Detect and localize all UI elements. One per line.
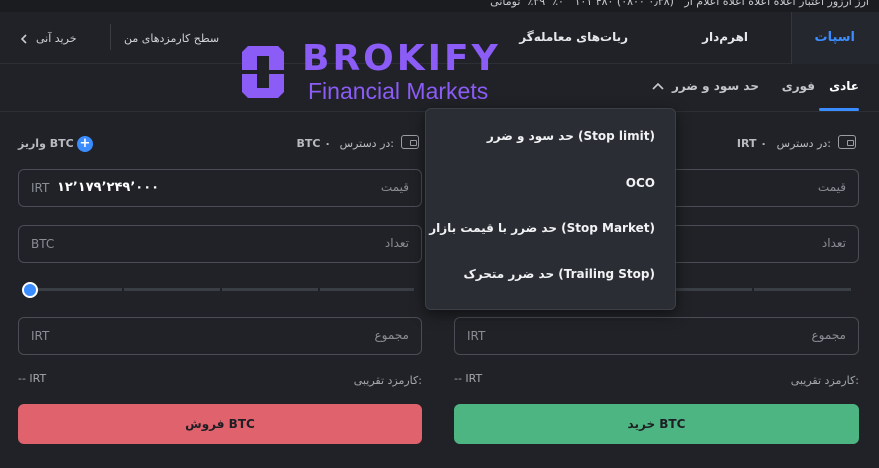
sell-price-unit: IRT [31,181,50,195]
sell-amount-placeholder: تعداد [384,236,409,250]
dropdown-item-stop-market[interactable]: حد ضرر با قیمت بازار (Stop Market) [429,221,655,235]
tab-spot[interactable]: اسپات [791,12,879,64]
sell-total-placeholder: مجموع [374,328,409,342]
tab-spot-label: اسپات [814,30,856,45]
sell-available-value: BTC ۰ [296,137,331,150]
buy-fee-value: -- IRT [454,372,483,385]
sell-price-placeholder: قیمت [380,180,409,194]
dropdown-item-stop-limit[interactable]: حد سود و ضرر (Stop limit) [487,129,655,143]
sell-price-value: ۱۲٬۱۷۹٬۲۴۹٬۰۰۰ [57,180,160,195]
order-tab-instant[interactable]: فوری [782,79,815,93]
buy-wallet-icon [838,135,858,151]
plus-circle-icon[interactable]: + [77,136,93,152]
tab-trading-bots[interactable]: ربات‌های معامله‌گر [519,30,628,44]
sell-total-unit: IRT [31,329,50,343]
tp-sl-dropdown-menu: حد سود و ضرر (Stop limit) OCO حد ضرر با … [425,108,676,310]
buy-total-placeholder: مجموع [811,328,846,342]
brokify-logo: BROKIFY Financial Markets [240,38,530,106]
tab-leverage[interactable]: اهرم‌دار [702,30,748,44]
sell-wallet-icon [401,135,421,151]
buy-available-value: IRT ۰ [736,137,767,150]
brokify-logo-mark-icon [242,46,284,98]
buy-total-unit: IRT [467,329,486,343]
buy-amount-placeholder: تعداد [821,236,846,250]
fee-level-link[interactable]: سطح کارمزدهای من [124,32,219,45]
dropdown-item-oco[interactable]: OCO [626,176,655,190]
sell-amount-slider[interactable] [30,288,414,291]
sell-amount-field[interactable]: تعداد BTC [18,225,422,263]
order-tab-tp-sl[interactable]: حد سود و ضرر [672,79,759,93]
market-ticker-text: ارز ارزور اعتبار اعلاه اعلاه اعلاه اعلام… [490,0,869,8]
sell-fee-value: -- IRT [18,372,47,385]
sell-total-field[interactable]: مجموع IRT [18,317,422,355]
sell-price-field[interactable]: قیمت IRT ۱۲٬۱۷۹٬۲۴۹٬۰۰۰ [18,169,422,207]
sell-slider-knob[interactable] [22,282,38,298]
market-ticker-strip: ارز ارزور اعتبار اعلاه اعلاه اعلاه اعلام… [0,0,879,12]
instant-buy-link[interactable]: خرید آنی [36,32,77,45]
sell-available-label: در دسترس: [339,137,394,150]
order-tab-active-indicator [819,108,859,111]
buy-available-label: در دسترس: [776,137,831,150]
sell-amount-unit: BTC [31,237,55,251]
buy-btc-button[interactable]: خرید BTC [454,404,859,444]
buy-fee-label: کارمزد تقریبی: [790,374,859,387]
brokify-wordmark: BROKIFY [302,38,501,79]
sell-fee-label: کارمزد تقریبی: [353,374,422,387]
buy-price-placeholder: قیمت [817,180,846,194]
header-divider [110,24,111,50]
dropdown-item-trailing-stop[interactable]: حد ضرر متحرک (Trailing Stop) [463,267,655,281]
brokify-tagline: Financial Markets [308,78,489,104]
sell-btc-button[interactable]: فروش BTC [18,404,422,444]
chevron-up-icon[interactable] [651,80,665,92]
chevron-left-icon[interactable] [18,33,30,45]
order-tab-normal[interactable]: عادی [829,79,859,93]
deposit-btc-link[interactable]: واریز BTC [18,137,74,150]
buy-total-field[interactable]: مجموع IRT [454,317,859,355]
